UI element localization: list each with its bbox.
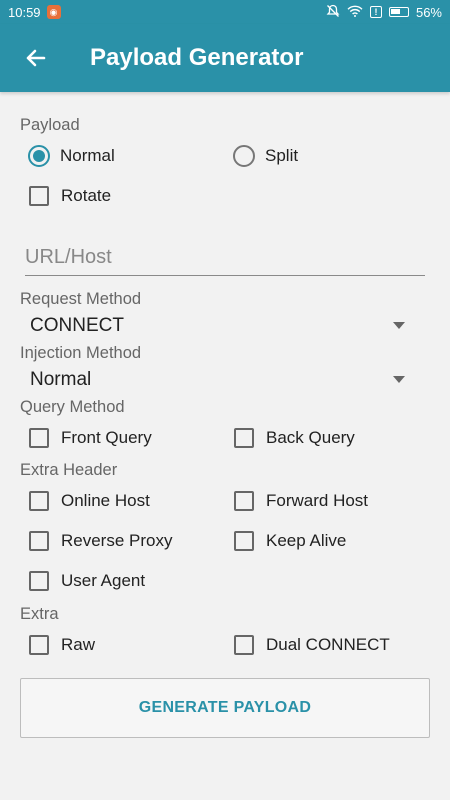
dropdown-arrow-icon [393, 376, 405, 383]
checkbox-user-agent[interactable]: User Agent [29, 571, 145, 591]
checkbox-online-host-label: Online Host [61, 491, 150, 510]
checkbox-raw-label: Raw [61, 635, 96, 654]
bell-muted-icon [326, 4, 340, 21]
checkbox-back-query[interactable]: Back Query [234, 428, 355, 448]
request-method-dropdown[interactable]: CONNECT [20, 312, 415, 340]
injection-method-dropdown[interactable]: Normal [20, 366, 415, 394]
battery-percent: 56% [415, 4, 442, 20]
arrow-back-icon[interactable] [22, 44, 50, 72]
checkbox-rotate[interactable]: Rotate [29, 186, 111, 206]
status-icons: ! 56% [326, 4, 442, 21]
checkbox-front-query[interactable]: Front Query [29, 428, 152, 448]
checkbox-front-query-box[interactable] [29, 428, 49, 448]
checkbox-reverse-proxy-label: Reverse Proxy [61, 531, 173, 550]
checkbox-front-query-label: Front Query [61, 428, 152, 447]
checkbox-online-host[interactable]: Online Host [29, 491, 150, 511]
url-host-input[interactable] [25, 240, 425, 276]
request-method-label: Request Method [20, 290, 142, 308]
checkbox-dual-connect[interactable]: Dual CONNECT [234, 635, 390, 655]
checkbox-forward-host-box[interactable] [234, 491, 254, 511]
checkbox-forward-host-label: Forward Host [266, 491, 369, 510]
checkbox-reverse-proxy-box[interactable] [29, 531, 49, 551]
generate-payload-button[interactable]: GENERATE PAYLOAD [20, 678, 430, 738]
checkbox-keep-alive-label: Keep Alive [266, 531, 347, 550]
app-bar: Payload Generator [0, 24, 450, 92]
radio-split-label: Split [265, 146, 299, 165]
app-notification-icon: ◉ [46, 5, 61, 19]
wifi-icon [347, 5, 363, 20]
checkbox-raw[interactable]: Raw [29, 635, 95, 655]
payload-label: Payload [20, 116, 80, 134]
radio-split[interactable]: Split [233, 145, 298, 167]
page-title: Payload Generator [90, 44, 304, 71]
battery-icon [388, 7, 409, 17]
radio-normal-label: Normal [60, 146, 115, 165]
checkbox-user-agent-label: User Agent [61, 571, 146, 590]
dropdown-arrow-icon [393, 322, 405, 329]
checkbox-back-query-box[interactable] [234, 428, 254, 448]
status-bar: 10:59 ◉ ! 56% [0, 0, 450, 24]
checkbox-rotate-box[interactable] [29, 186, 49, 206]
checkbox-dual-connect-label: Dual CONNECT [266, 635, 390, 654]
extra-label: Extra [20, 605, 59, 623]
checkbox-keep-alive[interactable]: Keep Alive [234, 531, 346, 551]
radio-split-indicator[interactable] [233, 145, 255, 167]
checkbox-keep-alive-box[interactable] [234, 531, 254, 551]
extra-header-label: Extra Header [20, 461, 118, 479]
checkbox-back-query-label: Back Query [266, 428, 355, 447]
alert-icon: ! [369, 6, 382, 18]
injection-method-value: Normal [30, 369, 92, 390]
injection-method-label: Injection Method [20, 344, 142, 362]
checkbox-dual-connect-box[interactable] [234, 635, 254, 655]
radio-normal[interactable]: Normal [28, 145, 115, 167]
checkbox-online-host-box[interactable] [29, 491, 49, 511]
checkbox-forward-host[interactable]: Forward Host [234, 491, 368, 511]
request-method-value: CONNECT [30, 315, 124, 336]
status-time: 10:59 [8, 4, 41, 20]
checkbox-reverse-proxy[interactable]: Reverse Proxy [29, 531, 172, 551]
query-method-label: Query Method [20, 398, 125, 416]
checkbox-rotate-label: Rotate [61, 186, 112, 205]
radio-normal-indicator[interactable] [28, 145, 50, 167]
checkbox-user-agent-box[interactable] [29, 571, 49, 591]
checkbox-raw-box[interactable] [29, 635, 49, 655]
